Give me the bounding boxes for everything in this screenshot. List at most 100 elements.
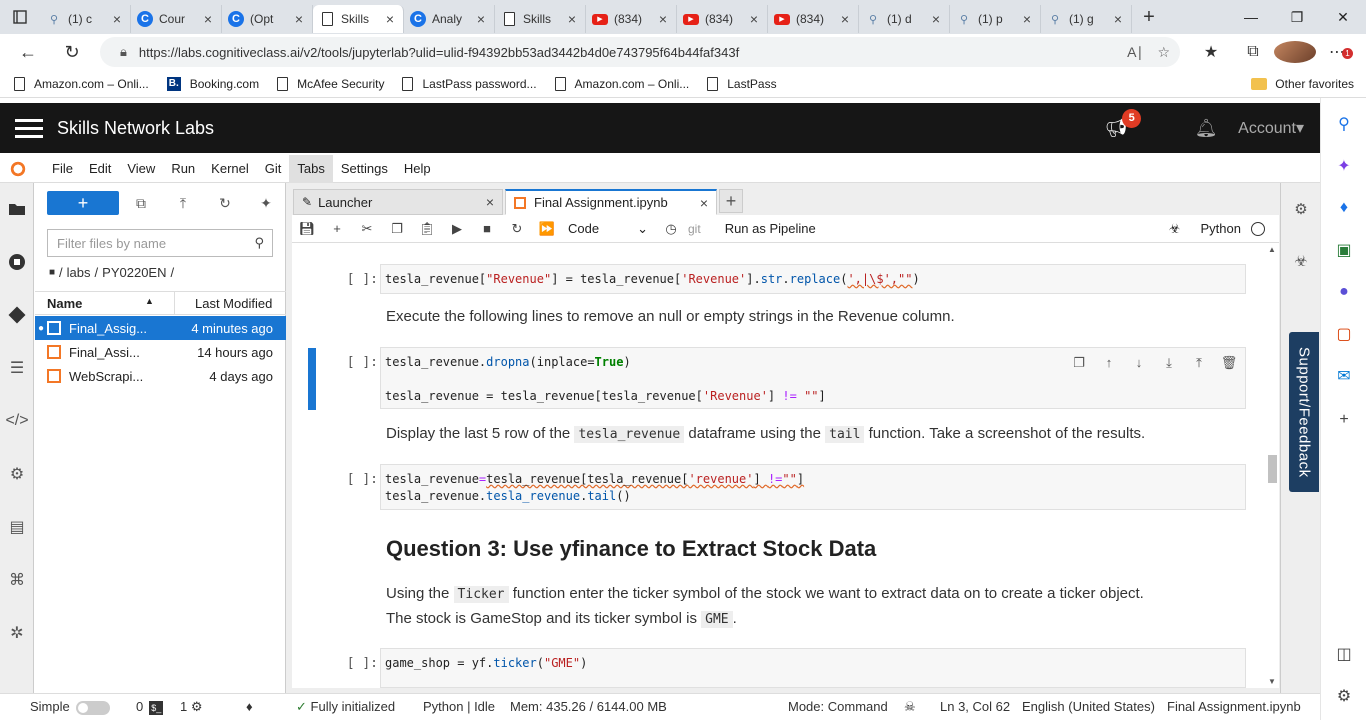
add-favorite-icon[interactable]: ☆ bbox=[1157, 44, 1170, 61]
scrollbar-thumb[interactable] bbox=[1268, 455, 1277, 483]
breadcrumb-item[interactable]: labs bbox=[67, 265, 91, 280]
table-of-contents-icon[interactable]: ☰ bbox=[7, 358, 27, 378]
browser-tab-active[interactable]: Skills × bbox=[313, 5, 404, 33]
close-icon[interactable]: × bbox=[486, 194, 494, 210]
breadcrumb-item[interactable]: PY0220EN bbox=[102, 265, 166, 280]
close-icon[interactable]: × bbox=[565, 11, 579, 27]
url-field[interactable]: 🔒︎ https://labs.cognitiveclass.ai/v2/too… bbox=[100, 37, 1180, 67]
kernel-name[interactable]: Python bbox=[1201, 221, 1241, 236]
move-up-icon[interactable]: ↑ bbox=[1100, 355, 1118, 371]
delete-icon[interactable]: 🗑︎ bbox=[1220, 355, 1238, 371]
file-row[interactable]: ● Final_Assig... 4 minutes ago bbox=[35, 316, 286, 340]
browser-tab[interactable]: ⚲ (1) c × bbox=[40, 5, 131, 33]
browser-tab[interactable]: ⚲ (1) d × bbox=[859, 5, 950, 33]
tab-launcher[interactable]: ✎ Launcher × bbox=[293, 189, 503, 215]
refresh-icon[interactable]: ↻ bbox=[216, 194, 234, 212]
megaphone-icon[interactable]: 📢︎ 5 bbox=[1096, 108, 1142, 139]
browser-tab[interactable]: ▶ (834) × bbox=[768, 5, 859, 33]
property-inspector-icon[interactable]: ⚙ bbox=[7, 464, 27, 484]
add-cell-icon[interactable]: + bbox=[322, 215, 352, 243]
bell-icon[interactable]: 🔔︎ bbox=[1186, 118, 1226, 139]
copy-icon[interactable]: ❐ bbox=[382, 215, 412, 243]
restart-run-all-icon[interactable]: ⏩ bbox=[532, 215, 562, 243]
close-icon[interactable]: × bbox=[929, 11, 943, 27]
menu-edit[interactable]: Edit bbox=[81, 155, 119, 183]
refresh-button[interactable]: ↻ bbox=[52, 34, 92, 70]
close-icon[interactable]: × bbox=[747, 11, 761, 27]
kernel-status[interactable]: Python | Idle bbox=[423, 699, 495, 714]
debugger-icon[interactable]: ☣ bbox=[1291, 251, 1311, 271]
gear-icon[interactable]: ⚙ bbox=[1334, 686, 1354, 706]
games-icon[interactable]: ● bbox=[1334, 282, 1354, 302]
sort-up-icon[interactable]: ▲ bbox=[145, 296, 154, 306]
git-clone-icon[interactable]: ✦ bbox=[257, 194, 275, 212]
close-window-icon[interactable]: ✕ bbox=[1320, 0, 1366, 34]
menu-tabs[interactable]: Tabs bbox=[289, 154, 333, 183]
scroll-up-icon[interactable]: ▲ bbox=[1268, 245, 1276, 254]
menu-view[interactable]: View bbox=[119, 155, 163, 183]
kernels-count[interactable]: 1 ⚙ bbox=[180, 699, 203, 715]
git-status-icon[interactable]: ♦ bbox=[246, 699, 253, 714]
code-cell[interactable]: tesla_revenue["Revenue"] = tesla_revenue… bbox=[380, 264, 1246, 294]
search-icon[interactable]: ⚲ bbox=[1334, 114, 1354, 134]
menu-kernel[interactable]: Kernel bbox=[203, 155, 257, 183]
close-icon[interactable]: × bbox=[838, 11, 852, 27]
tab-actions-icon[interactable] bbox=[0, 0, 40, 34]
restart-icon[interactable]: ↻ bbox=[502, 215, 532, 243]
folder-icon[interactable] bbox=[7, 199, 27, 219]
account-menu[interactable]: Account▾ bbox=[1238, 118, 1304, 138]
components-icon[interactable]: ⌘ bbox=[7, 570, 27, 590]
browser-tab[interactable]: ▶ (834) × bbox=[586, 5, 677, 33]
cell-type-select[interactable]: Code ⌄ bbox=[568, 221, 648, 237]
close-icon[interactable]: × bbox=[292, 11, 306, 27]
code-cell[interactable]: tesla_revenue=tesla_revenue[tesla_revenu… bbox=[380, 464, 1246, 510]
run-as-pipeline-button[interactable]: Run as Pipeline bbox=[725, 221, 816, 236]
file-row[interactable]: WebScrapi... 4 days ago bbox=[35, 364, 286, 388]
code-icon[interactable]: </> bbox=[5, 411, 28, 431]
pipeline-icon[interactable]: ▤ bbox=[7, 517, 27, 537]
code-cell[interactable]: game_shop = yf.ticker("GME") bbox=[380, 648, 1246, 688]
browser-tab[interactable]: C Cour × bbox=[131, 5, 222, 33]
toolbox-icon[interactable]: ▣ bbox=[1334, 240, 1354, 260]
browser-tab[interactable]: ⚲ (1) p × bbox=[950, 5, 1041, 33]
lock-icon[interactable]: 🔒︎ bbox=[120, 44, 127, 60]
insert-below-icon[interactable]: ⤒ bbox=[1190, 355, 1208, 371]
close-icon[interactable]: × bbox=[656, 11, 670, 27]
close-icon[interactable]: × bbox=[383, 11, 397, 27]
column-name[interactable]: Name bbox=[47, 296, 82, 311]
tag-icon[interactable]: ♦ bbox=[1334, 198, 1354, 218]
simple-mode-toggle[interactable]: Simple bbox=[30, 699, 110, 715]
support-feedback-button[interactable]: Support/Feedback bbox=[1289, 332, 1319, 492]
browser-tab[interactable]: ▶ (834) × bbox=[677, 5, 768, 33]
new-launcher-button[interactable]: + bbox=[47, 191, 119, 215]
upload-icon[interactable]: ⤒ bbox=[174, 194, 192, 212]
tab-final-assignment[interactable]: Final Assignment.ipynb × bbox=[505, 189, 717, 215]
close-icon[interactable]: × bbox=[700, 195, 708, 211]
property-inspector-icon[interactable]: ⚙ bbox=[1291, 199, 1311, 219]
new-folder-icon[interactable]: ⧉ bbox=[132, 194, 150, 212]
close-icon[interactable]: × bbox=[201, 11, 215, 27]
sidebar-toggle-icon[interactable]: ◫ bbox=[1334, 644, 1354, 664]
collections-icon[interactable]: ⧉ bbox=[1232, 43, 1274, 61]
minimize-icon[interactable]: — bbox=[1228, 0, 1274, 34]
language[interactable]: English (United States) bbox=[1022, 699, 1155, 714]
browser-tab[interactable]: Skills × bbox=[495, 5, 586, 33]
close-icon[interactable]: × bbox=[110, 11, 124, 27]
run-icon[interactable]: ▶ bbox=[442, 215, 472, 243]
favorites-icon[interactable]: ★ bbox=[1190, 42, 1232, 62]
duplicate-icon[interactable]: ❐ bbox=[1070, 355, 1088, 371]
toggle-switch[interactable] bbox=[75, 700, 110, 715]
other-favorites[interactable]: Other favorites bbox=[1251, 77, 1354, 91]
restore-icon[interactable]: ❐ bbox=[1274, 0, 1320, 34]
menu-settings[interactable]: Settings bbox=[333, 155, 396, 183]
bookmark[interactable]: Amazon.com – Onli... bbox=[14, 76, 149, 91]
close-icon[interactable]: × bbox=[474, 11, 488, 27]
paste-icon[interactable]: 📋︎ bbox=[412, 215, 442, 243]
close-icon[interactable]: × bbox=[1020, 11, 1034, 27]
stop-icon[interactable]: ■ bbox=[472, 215, 502, 243]
add-tab-button[interactable]: + bbox=[719, 189, 743, 213]
browser-tab[interactable]: C (Opt × bbox=[222, 5, 313, 33]
bookmark[interactable]: LastPass bbox=[707, 76, 777, 91]
menu-file[interactable]: File bbox=[44, 155, 81, 183]
menu-run[interactable]: Run bbox=[163, 155, 203, 183]
